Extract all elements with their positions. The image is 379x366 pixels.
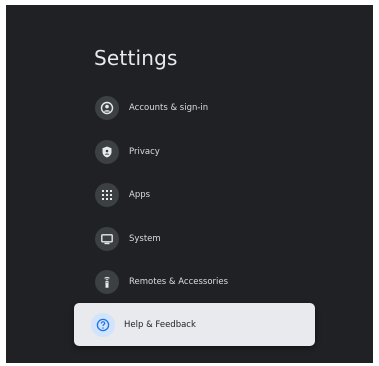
menu-item-label: Remotes & Accessories (129, 277, 229, 287)
remote-icon (95, 270, 119, 294)
shield-icon (95, 140, 119, 164)
menu-item-label: System (129, 234, 161, 244)
menu-item-label: Privacy (129, 147, 160, 157)
menu-item-label: Apps (129, 190, 151, 200)
apps-grid-icon (95, 183, 119, 207)
menu-item-label: Help & Feedback (124, 319, 196, 330)
menu-item-help-feedback[interactable]: Help & Feedback (74, 303, 315, 346)
account-icon (95, 96, 119, 120)
menu-item-accounts[interactable]: Accounts & sign-in (95, 93, 208, 123)
monitor-icon (95, 227, 119, 251)
menu-item-apps[interactable]: Apps (95, 180, 150, 210)
menu-item-privacy[interactable]: Privacy (95, 137, 160, 167)
page-title: Settings (94, 46, 178, 70)
menu-item-label: Accounts & sign-in (129, 103, 209, 113)
menu-item-remotes[interactable]: Remotes & Accessories (95, 267, 228, 297)
help-icon (91, 312, 115, 337)
tv-screen: Settings Accounts & sign-in Privacy Apps… (6, 5, 373, 363)
menu-item-system[interactable]: System (95, 224, 161, 254)
